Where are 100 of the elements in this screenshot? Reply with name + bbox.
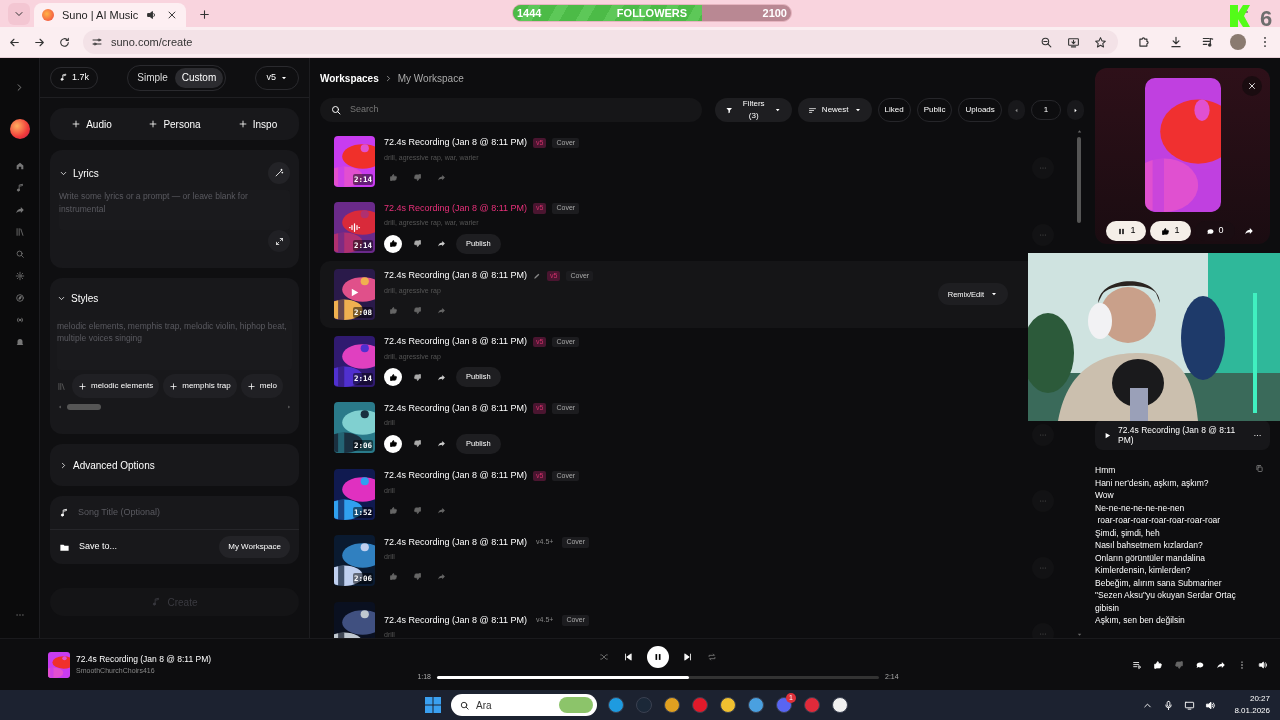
radio-icon[interactable] [14,315,25,325]
pencil-icon[interactable] [533,272,542,281]
profile-orb-icon[interactable] [9,119,30,139]
thumbs-up-icon [388,439,398,449]
play-pause-button[interactable] [647,646,669,669]
comment-icon[interactable] [1195,659,1205,670]
style-chip[interactable]: melo [240,374,284,398]
scrollbar-thumb[interactable] [67,404,101,410]
download-icon[interactable] [1169,35,1183,49]
queue-icon[interactable] [1132,659,1142,670]
song-title[interactable]: 72.4s Recording (Jan 8 @ 8:11 PM) [384,401,528,416]
section-toggle[interactable]: Styles [57,291,99,306]
home-icon[interactable] [14,161,25,171]
expand-button[interactable] [268,230,290,252]
save-to-label: Save to... [79,540,119,554]
style-chip[interactable]: melodic elements [72,374,160,398]
star-icon[interactable] [1094,35,1107,49]
microphone-icon[interactable] [1163,699,1175,711]
plus-icon [237,119,248,129]
song-title[interactable]: 72.4s Recording (Jan 8 @ 8:11 PM) [384,613,528,628]
close-button[interactable] [1242,76,1262,96]
next-icon[interactable] [683,652,693,663]
lyrics-line: Onların görüntüler mandalina [1095,551,1206,564]
extensions-icon[interactable] [1137,35,1151,49]
song-title[interactable]: 72.4s Recording (Jan 8 @ 8:11 PM) [384,269,528,283]
add-button[interactable]: Audio [50,108,133,140]
browser-tab[interactable]: Suno | AI Music [34,3,186,27]
mode-tab[interactable]: Simple [130,67,175,88]
profile-avatar[interactable] [1230,34,1246,50]
song-title[interactable]: 72.4s Recording (Jan 8 @ 8:11 PM) [384,535,528,550]
close-icon[interactable] [166,9,178,21]
like-button[interactable] [384,368,402,387]
new-tab-icon[interactable] [198,8,211,21]
scroll-left-icon[interactable] [57,404,63,410]
song-title[interactable]: 72.4s Recording (Jan 8 @ 8:11 PM) [384,201,528,216]
copy-icon[interactable] [1255,464,1264,473]
url-text: suno.com/create [111,34,194,50]
scrollbar-thumb[interactable] [1077,137,1081,223]
section-toggle[interactable]: Advanced Options [59,457,155,473]
like-count-button[interactable]: 1 [1150,221,1191,241]
repeat-icon[interactable] [707,652,717,663]
search-input[interactable]: Search [350,103,692,117]
bell-icon[interactable] [14,337,25,347]
play-icon[interactable] [1103,430,1112,440]
address-bar[interactable]: suno.com/create [83,30,1118,54]
media-icon[interactable] [1201,35,1215,49]
comment-icon [1205,226,1215,236]
filter-icon [724,105,733,115]
clock-time[interactable]: 20:27 [1249,693,1270,705]
site-settings-icon[interactable] [91,36,103,48]
share-icon [436,372,446,382]
play-count-button[interactable]: 1 [1106,221,1147,241]
add-button[interactable]: Inspo [216,108,299,140]
search-icon [330,104,342,116]
close-icon [1247,81,1257,91]
add-button[interactable]: Persona [133,108,216,140]
now-playing-title[interactable]: 72.4s Recording (Jan 8 @ 8:11 PM) [76,652,212,666]
volume-icon[interactable] [1258,659,1268,670]
magic-wand-button[interactable] [268,162,290,184]
sort-button[interactable]: Newest [797,98,872,122]
thumbs-down-icon[interactable] [1174,659,1184,670]
search-icon[interactable] [14,249,25,259]
follower-count: 1444 [517,5,542,21]
thumbs-up-icon[interactable] [1153,659,1163,670]
section-toggle[interactable]: Lyrics [59,165,99,181]
filters-button[interactable]: Filters (3) [714,98,792,122]
lyrics-line: Kimlerdensin, kimlerden? [1095,564,1191,577]
workspace-button[interactable]: My Workspace [219,536,290,558]
taskbar-search-field[interactable]: Ara [451,694,597,716]
breadcrumb-link[interactable]: Workspaces [320,70,379,86]
scroll-right-icon[interactable] [286,404,292,410]
start-icon[interactable] [425,697,441,713]
settings-icon[interactable] [14,271,25,281]
share-icon [436,239,446,249]
music-note-icon[interactable] [14,183,25,193]
song-title[interactable]: 72.4s Recording (Jan 8 @ 8:11 PM) [384,469,528,483]
song-title-field[interactable]: Song Title (Optional) [78,505,290,520]
like-button[interactable] [384,434,402,453]
progress-track[interactable] [437,676,879,679]
install-icon[interactable] [1067,35,1080,49]
share-icon [436,172,446,182]
song-title[interactable]: 72.4s Recording (Jan 8 @ 8:11 PM) [384,335,528,349]
volume-icon[interactable] [1205,699,1217,711]
monitor-icon[interactable] [1184,699,1196,711]
expand-icon [274,236,284,246]
tab-list-button[interactable] [8,3,30,25]
lyrics-line: Hmm [1095,464,1116,477]
previous-icon[interactable] [623,652,633,663]
zoom-icon[interactable] [1040,35,1053,49]
song-title[interactable]: 72.4s Recording (Jan 8 @ 8:11 PM) [384,136,528,150]
library-icon[interactable] [14,227,25,237]
search-field[interactable]: Search [320,98,702,122]
thumbs-down-icon [412,172,422,182]
style-chip[interactable]: memphis trap [163,374,237,398]
shuffle-icon[interactable] [599,652,609,663]
compass-icon[interactable] [14,293,25,303]
clock-date[interactable]: 8.01.2026 [1234,705,1270,717]
like-button[interactable] [384,234,402,253]
mode-tab[interactable]: Custom [174,67,224,88]
reload-icon[interactable] [58,35,71,49]
